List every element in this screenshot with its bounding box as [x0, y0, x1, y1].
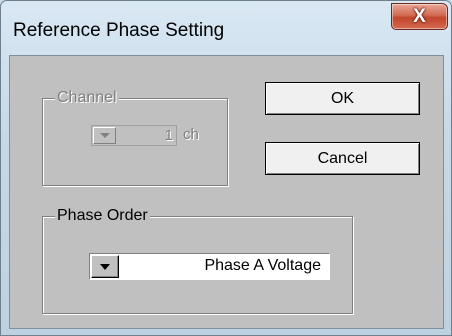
dialog-client-area: Channel 1 ch OK Cancel Phase Order Phase… — [9, 55, 444, 329]
channel-value: 1 — [164, 127, 173, 144]
chevron-down-icon — [100, 133, 110, 138]
phase-order-select[interactable]: Phase A Voltage — [89, 253, 330, 280]
chevron-down-icon — [100, 264, 110, 270]
phase-order-label: Phase Order — [55, 207, 150, 225]
phase-order-group: Phase Order Phase A Voltage — [42, 207, 353, 314]
ok-button[interactable]: OK — [265, 82, 420, 115]
window-title: Reference Phase Setting — [13, 20, 225, 41]
channel-spinner: 1 — [91, 125, 177, 146]
dialog-window: Reference Phase Setting X Channel 1 ch O… — [0, 0, 452, 336]
phase-order-dropdown-button[interactable] — [91, 255, 119, 278]
channel-dropdown-button — [93, 127, 116, 144]
close-icon: X — [413, 6, 426, 27]
cancel-button[interactable]: Cancel — [265, 142, 420, 175]
channel-group: Channel 1 ch — [42, 89, 228, 186]
close-button[interactable]: X — [391, 3, 448, 30]
phase-order-value: Phase A Voltage — [204, 257, 321, 274]
channel-group-label: Channel — [55, 89, 119, 107]
channel-unit: ch — [183, 126, 199, 143]
